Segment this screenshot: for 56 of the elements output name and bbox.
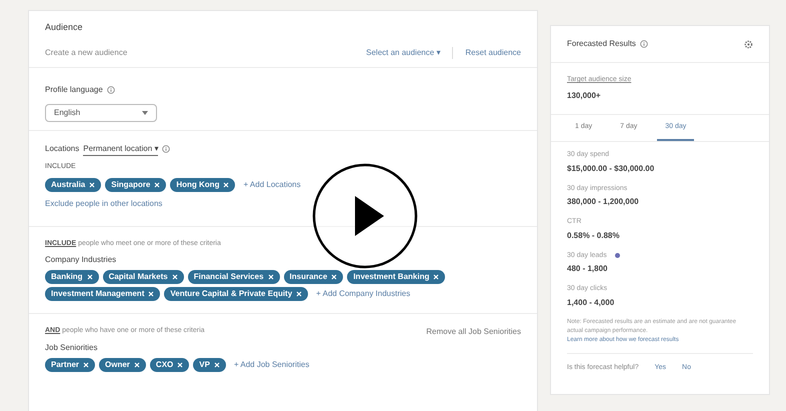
- filter-chip[interactable]: Capital Markets: [102, 270, 184, 284]
- remove-icon[interactable]: [223, 182, 230, 188]
- select-audience-link[interactable]: Select an audience ▾: [366, 46, 440, 58]
- filter-chip[interactable]: Banking: [45, 270, 99, 284]
- filter-chip[interactable]: Partner: [45, 358, 96, 372]
- filter-chip[interactable]: Australia: [45, 178, 102, 192]
- metric-value: 130,000+: [567, 90, 602, 102]
- field-label: Job Seniorities: [45, 342, 98, 354]
- settings-icon[interactable]: [744, 40, 753, 48]
- remove-icon[interactable]: [296, 290, 302, 296]
- section-title: Audience: [45, 21, 84, 34]
- info-icon: [640, 40, 648, 48]
- field-label: Profile language: [45, 84, 103, 96]
- remove-all-link[interactable]: Remove all Job Seniorities: [426, 326, 521, 338]
- card-title: Forecasted Results: [567, 38, 636, 50]
- metric-value: 1,400 - 4,000: [567, 296, 616, 308]
- filter-chip[interactable]: Owner: [99, 358, 146, 372]
- field-label: Company Industries: [45, 254, 118, 266]
- remove-icon[interactable]: [134, 362, 140, 368]
- metric-value: 0.58% - 0.88%: [567, 230, 620, 242]
- metric-value: 380,000 - 1,200,000: [567, 196, 640, 208]
- filter-chip[interactable]: Financial Services: [188, 270, 280, 284]
- remove-icon[interactable]: [148, 290, 154, 296]
- add-link[interactable]: + Add Company Industries: [316, 288, 410, 300]
- filter-chip[interactable]: Hong Kong: [170, 178, 236, 192]
- filter-chip[interactable]: Singapore: [105, 178, 166, 192]
- remove-icon[interactable]: [172, 274, 178, 280]
- filter-chip[interactable]: Investment Management: [45, 286, 160, 300]
- remove-icon[interactable]: [154, 182, 160, 188]
- subtitle: Create a new audience: [45, 46, 128, 58]
- caret-icon: [142, 110, 148, 114]
- filter-chip[interactable]: CXO: [150, 358, 190, 372]
- remove-icon[interactable]: [214, 362, 220, 368]
- field-label: Locations: [45, 143, 80, 155]
- remove-icon[interactable]: [433, 274, 440, 280]
- remove-icon[interactable]: [86, 274, 93, 280]
- remove-icon[interactable]: [89, 182, 96, 188]
- location-type-dropdown[interactable]: Permanent location ▾: [83, 142, 158, 156]
- reset-audience-link[interactable]: Reset audience: [465, 46, 521, 58]
- remove-icon[interactable]: [83, 362, 90, 368]
- language-dropdown[interactable]: English: [45, 104, 157, 122]
- exclude-link[interactable]: Exclude people in other locations: [45, 198, 521, 210]
- add-link[interactable]: + Add Locations: [243, 179, 301, 191]
- add-link[interactable]: + Add Job Seniorities: [234, 358, 310, 370]
- play-button[interactable]: [312, 163, 418, 269]
- info-icon: [162, 145, 170, 153]
- filter-chip[interactable]: Investment Banking: [347, 270, 446, 284]
- remove-icon[interactable]: [177, 362, 184, 368]
- info-icon: [106, 86, 115, 94]
- metric-value: $15,000.00 - $30,000.00: [567, 162, 656, 174]
- filter-chip[interactable]: Venture Capital & Private Equity: [164, 286, 308, 300]
- metric-value: 480 - 1,800: [567, 263, 608, 275]
- remove-icon[interactable]: [331, 274, 338, 280]
- remove-icon[interactable]: [268, 274, 274, 280]
- filter-chip[interactable]: Insurance: [284, 270, 344, 284]
- filter-chip[interactable]: VP: [193, 358, 226, 372]
